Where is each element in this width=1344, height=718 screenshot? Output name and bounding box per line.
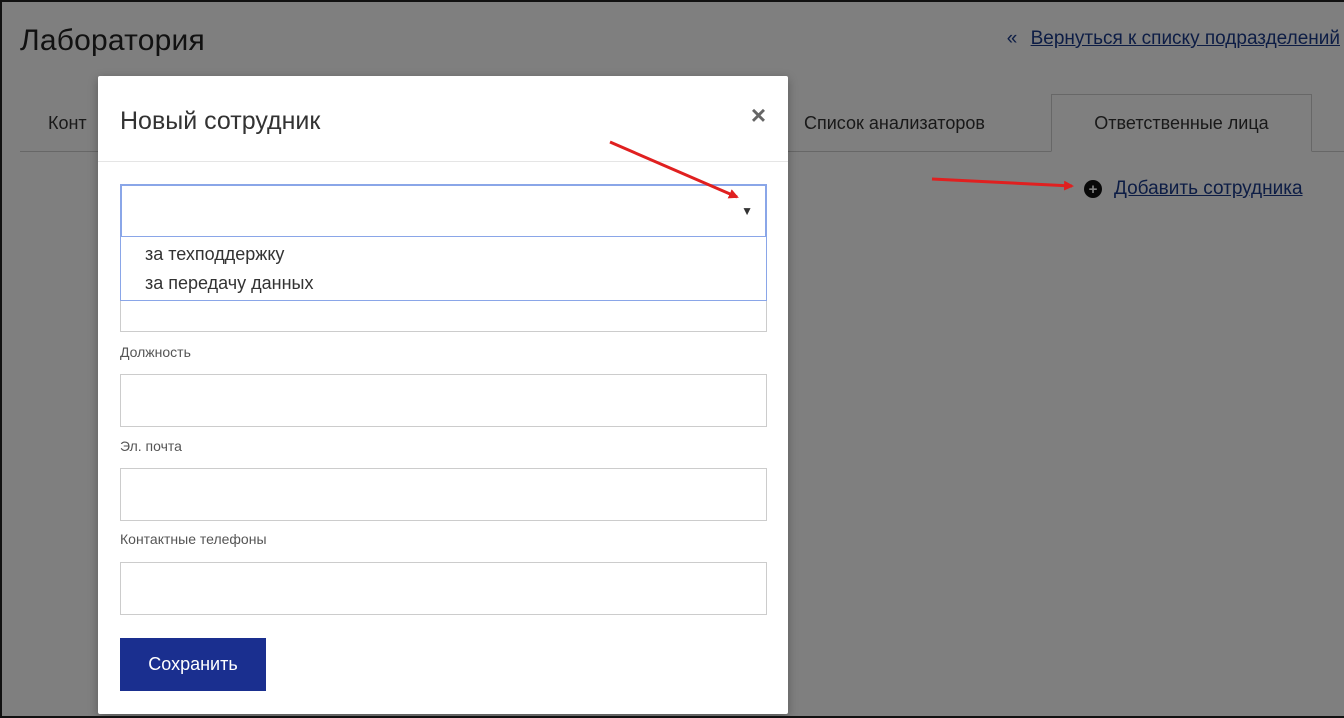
caret-down-icon[interactable]: ▼ [741, 204, 753, 218]
email-label: Эл. почта [120, 438, 182, 454]
screenshot-frame: Лаборатория « Вернуться к списку подразд… [0, 0, 1344, 718]
close-icon[interactable]: × [751, 100, 766, 131]
responsibility-select[interactable]: ▼ [120, 184, 767, 238]
option-tech-support[interactable]: за техподдержку [121, 240, 766, 269]
responsibility-dropdown: за техподдержку за передачу данных [120, 237, 767, 301]
modal-title: Новый сотрудник [120, 107, 321, 135]
save-button[interactable]: Сохранить [120, 638, 266, 691]
position-label: Должность [120, 344, 191, 360]
name-field-partial[interactable] [120, 301, 767, 332]
phones-label: Контактные телефоны [120, 531, 267, 547]
email-input[interactable] [120, 468, 767, 521]
phones-input[interactable] [120, 562, 767, 615]
modal-header: Новый сотрудник × [98, 76, 788, 162]
option-data-transfer[interactable]: за передачу данных [121, 269, 766, 298]
new-employee-modal: Новый сотрудник × ▼ за техподдержку за п… [98, 76, 788, 714]
position-input[interactable] [120, 374, 767, 427]
